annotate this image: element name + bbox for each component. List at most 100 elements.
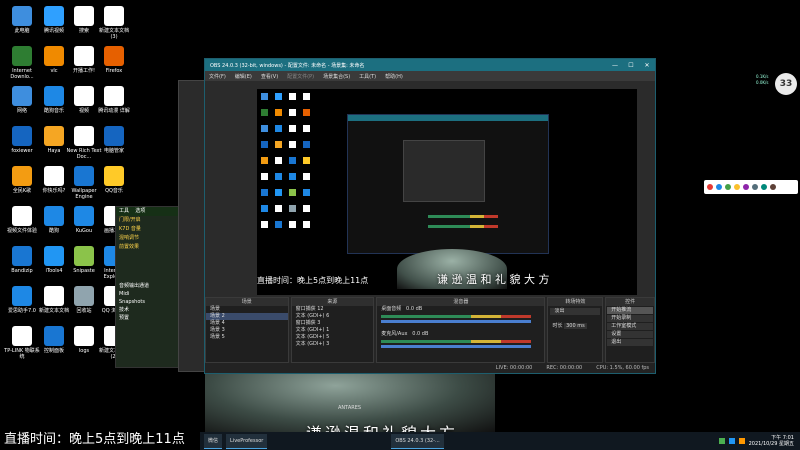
transitions-dock: 转场特效 淡出 时长 300 ms: [547, 297, 604, 363]
obs-menubar: 文件(F) 编辑(E) 查看(V) 配置文件(P) 场景集合(S) 工具(T) …: [205, 71, 655, 81]
app-icon: [104, 86, 124, 106]
desktop-icon[interactable]: foxiewer: [4, 126, 40, 154]
ime-emoji-icon[interactable]: [734, 184, 740, 190]
scenes-header: 场景: [206, 298, 288, 306]
exit-button[interactable]: 退出: [607, 339, 653, 346]
desktop-icon-label: 爱思助手7.0: [8, 308, 36, 314]
mixer-header: 混音器: [377, 298, 545, 306]
minimize-icon[interactable]: —: [607, 62, 623, 69]
ime-keyboard-icon[interactable]: [752, 184, 758, 190]
preview-mini-icon: [303, 173, 310, 180]
tray-icon[interactable]: [718, 438, 725, 444]
obs-window[interactable]: OBS 24.0.3 (32-bit, windows) - 配置文件: 未命名…: [204, 58, 656, 374]
mixer-slider[interactable]: [381, 320, 532, 323]
desktop-icon[interactable]: 电脑管家: [96, 126, 132, 154]
start-recording-button[interactable]: 开始录制: [607, 315, 653, 322]
desktop-icon[interactable]: QQ音乐: [96, 166, 132, 194]
desktop-icon[interactable]: 此电脑: [4, 6, 40, 34]
preview-mini-icon: [303, 205, 310, 212]
transition-select[interactable]: 淡出: [550, 308, 601, 315]
app-icon: [74, 126, 94, 146]
preview-caption: 谦 逊 温 和 礼 貌 大 方: [437, 273, 550, 286]
desktop-icon[interactable]: 网络: [4, 86, 40, 114]
source-item[interactable]: 窗口捕获 12: [292, 306, 374, 313]
mixer-channel-level: 0.0 dB: [406, 306, 423, 312]
tray-icon[interactable]: [728, 438, 735, 444]
ime-lang-icon[interactable]: [716, 184, 722, 190]
settings-button[interactable]: 设置: [607, 331, 653, 338]
preview-mini-icon: [289, 141, 296, 148]
app-icon: [12, 326, 32, 346]
mixer-channel-name: 桌面音频: [381, 306, 402, 312]
scene-item[interactable]: 场景 2: [206, 313, 288, 320]
desktop-icon[interactable]: 视频文件体验: [4, 206, 40, 234]
app-icon: [12, 166, 32, 186]
desktop-icon[interactable]: 爱思助手7.0: [4, 286, 40, 314]
desktop-icon[interactable]: 全民K歌: [4, 166, 40, 194]
tray-icon[interactable]: [738, 438, 745, 444]
ime-skin-icon[interactable]: [761, 184, 767, 190]
desktop-icon-label: TP-LINK 物联系统: [4, 348, 40, 360]
taskbar: 微信 LiveProfessor OBS 24.0.3 (32-... 下午 7…: [200, 432, 800, 450]
desktop-icon[interactable]: Bandizip: [4, 246, 40, 274]
ime-punct-icon[interactable]: [725, 184, 731, 190]
duration-input[interactable]: 300 ms: [564, 323, 587, 329]
preview-mini-icon: [261, 93, 268, 100]
close-icon[interactable]: ✕: [639, 62, 655, 69]
desktop-icon-label: 腾讯动漫 详解: [98, 108, 130, 114]
menu-file[interactable]: 文件(F): [209, 73, 226, 80]
desktop-icon[interactable]: Firefox: [96, 46, 132, 74]
app-icon: [104, 6, 124, 26]
menu-profile[interactable]: 配置文件(P): [287, 73, 314, 80]
preview-mini-icon: [261, 157, 268, 164]
obs-preview[interactable]: 谦 逊 温 和 礼 貌 大 方 直播时间：晚上5点到晚上11点: [257, 89, 637, 295]
taskbar-obs[interactable]: OBS 24.0.3 (32-...: [391, 433, 444, 449]
preview-mini-icon: [303, 157, 310, 164]
ime-logo-icon[interactable]: [707, 184, 713, 190]
obs-docks: 场景 场景 场景 2 场景 4 场景 3 场景 5 来源 窗口捕获 12 文本 …: [205, 297, 655, 363]
desktop-icon[interactable]: 腾讯动漫 详解: [96, 86, 132, 114]
maximize-icon[interactable]: ☐: [623, 62, 639, 69]
menu-help[interactable]: 帮助(H): [385, 73, 403, 80]
app-icon: [44, 166, 64, 186]
controls-dock: 控件 开始推流 开始录制 工作室模式 设置 退出: [605, 297, 655, 363]
desktop-icon[interactable]: 新建文本文档 (3): [96, 6, 132, 40]
duration-label: 时长: [552, 323, 563, 329]
source-item[interactable]: 文本 (GDI+) 5: [292, 334, 374, 341]
sogou-ime-icon[interactable]: [704, 180, 798, 194]
desktop-icon[interactable]: TP-LINK 物联系统: [4, 326, 40, 360]
live-status: LIVE: 00:00:00: [495, 365, 533, 371]
scene-item[interactable]: 场景 4: [206, 320, 288, 327]
app-icon: [44, 86, 64, 106]
source-item[interactable]: 文本 (GDI+) 1: [292, 327, 374, 334]
mixer-slider[interactable]: [381, 345, 532, 348]
start-streaming-button[interactable]: 开始推流: [607, 307, 653, 314]
preview-mini-icon: [275, 221, 282, 228]
desktop-icon[interactable]: Internet Downlo...: [4, 46, 40, 80]
app-icon: [74, 246, 94, 266]
taskbar-wechat[interactable]: 微信: [204, 433, 223, 449]
clock[interactable]: 下午 7:01 2021/10/29 星期五: [749, 435, 794, 447]
menu-edit[interactable]: 编辑(E): [235, 73, 252, 80]
scene-item[interactable]: 场景 5: [206, 334, 288, 341]
preview-mini-icon: [303, 141, 310, 148]
taskbar-liveprofessor[interactable]: LiveProfessor: [226, 433, 268, 449]
preview-mini-icon: [275, 125, 282, 132]
ime-voice-icon[interactable]: [743, 184, 749, 190]
preview-mini-icon: [303, 93, 310, 100]
scene-item[interactable]: 场景 3: [206, 327, 288, 334]
menu-scene-collection[interactable]: 场景集合(S): [323, 73, 350, 80]
scene-item[interactable]: 场景: [206, 306, 288, 313]
obs-titlebar[interactable]: OBS 24.0.3 (32-bit, windows) - 配置文件: 未命名…: [205, 59, 655, 71]
source-item[interactable]: 窗口捕获 3: [292, 320, 374, 327]
memory-ball-widget[interactable]: 33: [775, 73, 797, 95]
app-icon: [74, 206, 94, 226]
preview-mini-icon: [275, 109, 282, 116]
source-item[interactable]: 文本 (GDI+) 3: [292, 341, 374, 348]
studio-mode-button[interactable]: 工作室模式: [607, 323, 653, 330]
ime-tools-icon[interactable]: [770, 184, 776, 190]
source-item[interactable]: 文本 (GDI+) 6: [292, 313, 374, 320]
menu-tools[interactable]: 工具(T): [359, 73, 376, 80]
menu-view[interactable]: 查看(V): [261, 73, 278, 80]
desktop-icon-label: 视频文件体验: [6, 228, 37, 234]
